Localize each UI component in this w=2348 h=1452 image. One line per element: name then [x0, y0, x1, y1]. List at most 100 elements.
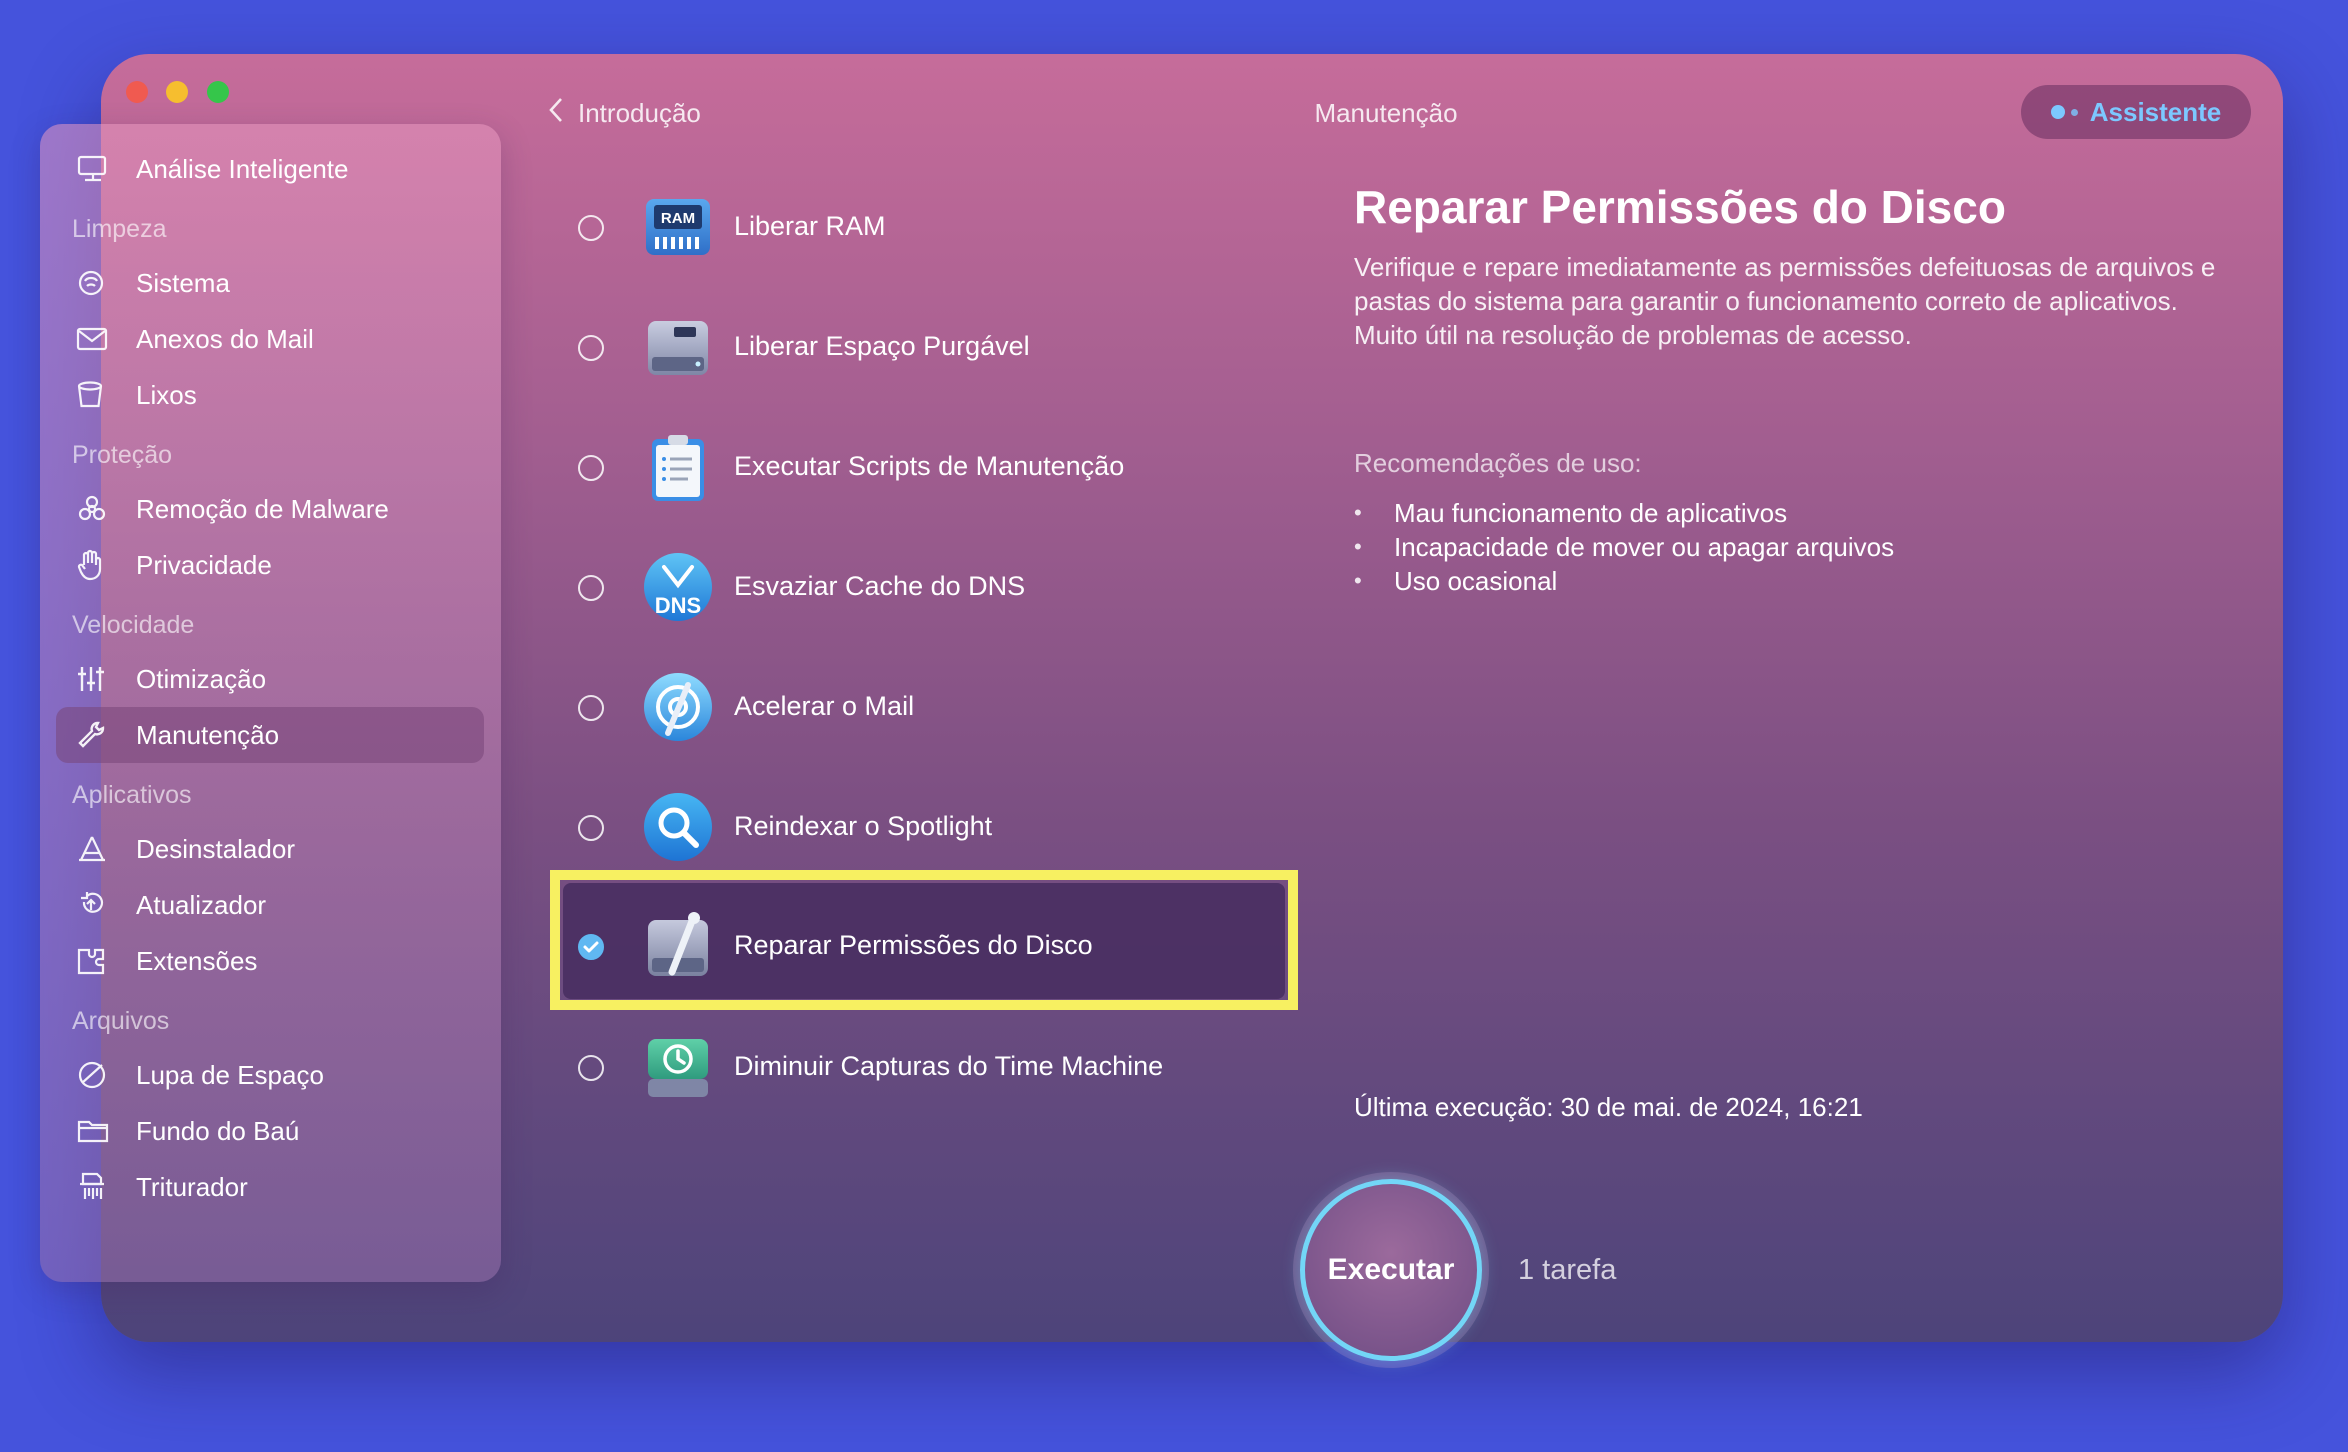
sidebar-item-label: Otimização: [136, 663, 267, 694]
list-item: • Mau funcionamento de aplicativos: [1354, 496, 1894, 530]
sidebar-item-label: Triturador: [136, 1171, 248, 1202]
list-item: • Uso ocasional: [1354, 564, 1894, 598]
sidebar-section-limpeza: Limpeza: [72, 215, 167, 243]
sidebar-item-sistema[interactable]: Sistema: [56, 255, 484, 311]
minimize-window-button[interactable]: [166, 81, 188, 103]
space-lens-icon: [76, 1059, 136, 1091]
bullet: •: [1354, 500, 1362, 525]
detail-title: Reparar Permissões do Disco: [1354, 181, 2006, 233]
sidebar-item-label: Anexos do Mail: [136, 323, 314, 354]
task-label: Reparar Permissões do Disco: [734, 930, 1093, 960]
sidebar-item-label: Privacidade: [136, 549, 272, 580]
sidebar-item-lupa-de-espaco[interactable]: Lupa de Espaço: [56, 1047, 484, 1103]
task-label: Reindexar o Spotlight: [734, 811, 993, 841]
back-button-label: Introdução: [578, 98, 701, 128]
task-item-diminuir-time-machine[interactable]: Diminuir Capturas do Time Machine: [550, 1007, 1300, 1127]
task-checkbox[interactable]: [578, 695, 604, 721]
back-button[interactable]: Introdução: [548, 96, 701, 131]
task-checkbox[interactable]: [578, 335, 604, 361]
sidebar-item-otimizacao[interactable]: Otimização: [56, 651, 484, 707]
sidebar-item-desinstalador[interactable]: Desinstalador: [56, 821, 484, 877]
mail-speed-icon: [642, 671, 714, 743]
disk-icon: [642, 311, 714, 383]
sidebar-item-label: Atualizador: [136, 889, 267, 920]
task-item-reparar-permissoes[interactable]: Reparar Permissões do Disco: [550, 870, 1300, 1010]
sidebar-item-lixos[interactable]: Lixos: [56, 367, 484, 423]
assistant-button-label: Assistente: [2089, 96, 2222, 127]
sidebar-section-aplicativos: Aplicativos: [72, 781, 192, 809]
recommendations-list: • Mau funcionamento de aplicativos • Incap…: [1354, 496, 1894, 598]
sidebar-item-anexos-do-mail[interactable]: Anexos do Mail: [56, 311, 484, 367]
recommendation-text: Incapacidade de mover ou apagar arquivos: [1394, 531, 1895, 562]
ram-icon: RAM: [642, 191, 714, 263]
sidebar-item-fundo-do-bau[interactable]: Fundo do Baú: [56, 1103, 484, 1159]
sidebar-item-label: Desinstalador: [136, 833, 295, 864]
task-label: Diminuir Capturas do Time Machine: [734, 1051, 1164, 1081]
spotlight-icon: [642, 791, 714, 863]
extensions-icon: [76, 946, 136, 976]
sidebar-item-analise-inteligente[interactable]: Análise Inteligente: [56, 141, 484, 197]
close-window-button[interactable]: [126, 81, 148, 103]
detail-description: Verifique e repare imediatamente as perm…: [1354, 252, 2216, 350]
biohazard-icon: [76, 494, 136, 524]
shredder-icon: [76, 1171, 136, 1203]
sidebar-item-remocao-de-malware[interactable]: Remoção de Malware: [56, 481, 484, 537]
task-checkbox[interactable]: [578, 215, 604, 241]
task-item-reindexar-spotlight[interactable]: Reindexar o Spotlight: [550, 767, 1300, 887]
sidebar-item-extensoes[interactable]: Extensões: [56, 933, 484, 989]
chevron-left-icon: [548, 96, 564, 131]
sidebar-item-privacidade[interactable]: Privacidade: [56, 537, 484, 593]
zoom-window-button[interactable]: [207, 81, 229, 103]
assistant-dots-icon: [2050, 105, 2078, 119]
trash-icon: [76, 380, 136, 410]
task-item-acelerar-mail[interactable]: Acelerar o Mail: [550, 647, 1300, 767]
time-machine-icon: [642, 1031, 714, 1103]
hand-icon: [76, 549, 136, 581]
folder-icon: [76, 1117, 136, 1145]
bullet: •: [1354, 534, 1362, 559]
task-label: Executar Scripts de Manutenção: [734, 451, 1125, 481]
list-item: • Incapacidade de mover ou apagar arquivo…: [1354, 530, 1894, 564]
assistant-button[interactable]: Assistente: [2021, 85, 2251, 139]
task-count: 1 tarefa: [1518, 1254, 1617, 1286]
sidebar-item-label: Lupa de Espaço: [136, 1059, 324, 1090]
task-checkbox[interactable]: [578, 575, 604, 601]
clipboard-icon: [642, 431, 714, 503]
dns-icon: DNS: [642, 551, 714, 623]
task-label: Liberar Espaço Purgável: [734, 331, 1030, 361]
task-item-executar-scripts[interactable]: Executar Scripts de Manutenção: [550, 407, 1300, 527]
sidebar-item-label: Análise Inteligente: [136, 153, 349, 184]
sidebar-item-label: Sistema: [136, 267, 230, 298]
envelope-icon: [76, 326, 136, 352]
sidebar-item-triturador[interactable]: Triturador: [56, 1159, 484, 1215]
task-checkbox[interactable]: [578, 455, 604, 481]
task-label: Acelerar o Mail: [734, 691, 915, 721]
sidebar-item-label: Remoção de Malware: [136, 493, 389, 524]
sidebar-section-velocidade: Velocidade: [72, 611, 195, 639]
task-item-liberar-ram[interactable]: RAM Liberar RAM: [550, 167, 1300, 287]
sidebar-section-protecao: Proteção: [72, 441, 173, 469]
disk-repair-icon: [642, 910, 714, 982]
recommendation-text: Uso ocasional: [1394, 565, 1558, 596]
task-item-liberar-espaco-purgavel[interactable]: Liberar Espaço Purgável: [550, 287, 1300, 407]
task-checkbox[interactable]: [578, 1055, 604, 1081]
task-label: Esvaziar Cache do DNS: [734, 571, 1026, 601]
last-run-label: Última execução:: [1354, 1092, 1554, 1122]
run-button[interactable]: Executar: [1300, 1179, 1482, 1361]
sidebar-item-label: Extensões: [136, 945, 258, 976]
updater-icon: [76, 890, 136, 920]
task-checkbox-checked[interactable]: [578, 934, 604, 960]
ram-icon-text: RAM: [661, 210, 695, 227]
system-icon: [76, 268, 136, 298]
sidebar-item-label: Lixos: [136, 379, 197, 410]
dns-icon-text: DNS: [655, 593, 701, 618]
task-checkbox[interactable]: [578, 815, 604, 841]
task-item-esvaziar-cache-dns[interactable]: DNS Esvaziar Cache do DNS: [550, 527, 1300, 647]
uninstaller-icon: [76, 834, 136, 864]
sidebar-item-label: Fundo do Baú: [136, 1115, 300, 1146]
task-label: Liberar RAM: [734, 211, 886, 241]
run-button-label: Executar: [1327, 1253, 1455, 1286]
sidebar-item-atualizador[interactable]: Atualizador: [56, 877, 484, 933]
bullet: •: [1354, 568, 1362, 593]
sidebar-item-manutencao[interactable]: Manutenção: [56, 707, 484, 763]
